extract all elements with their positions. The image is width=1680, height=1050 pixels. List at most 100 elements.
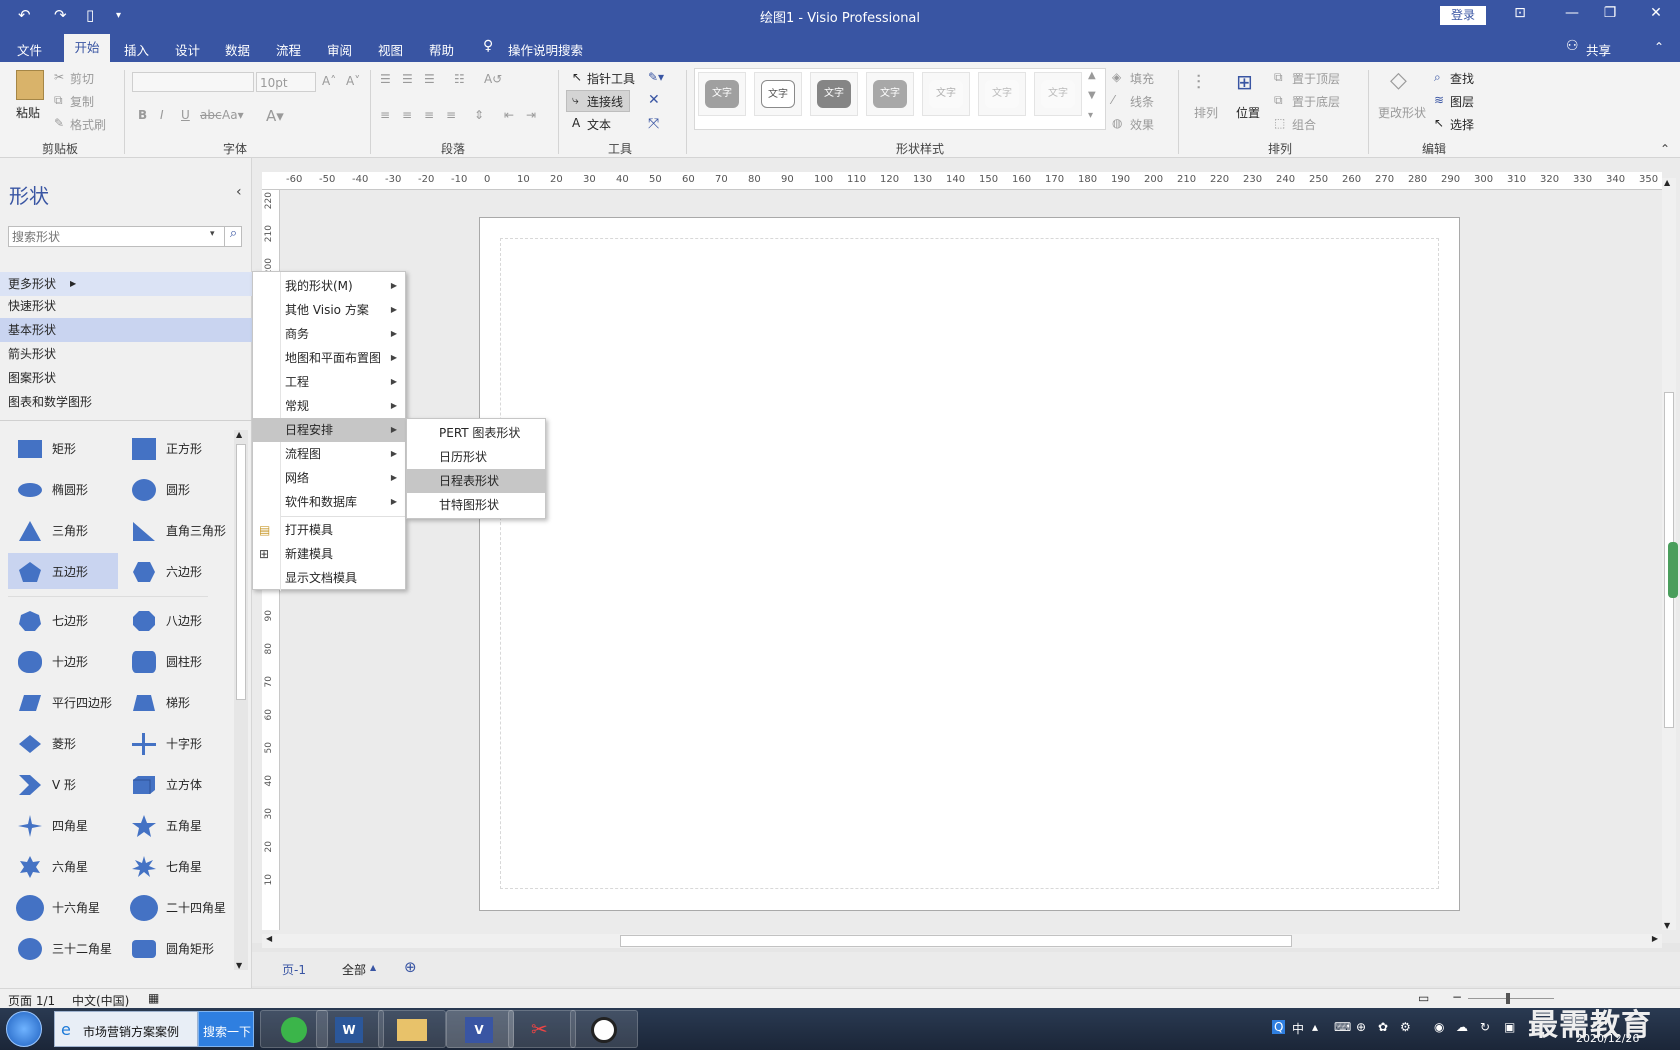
menu-item-general[interactable]: 常规 ▶: [253, 394, 405, 418]
tray-tool-icon[interactable]: ⚙: [1400, 1020, 1411, 1034]
tab-help[interactable]: 帮助: [429, 40, 454, 59]
bullets-icon[interactable]: ☷: [454, 72, 465, 86]
task-app-explorer[interactable]: [378, 1010, 446, 1048]
shape-octagon[interactable]: 八边形: [122, 602, 232, 638]
menu-item-maps[interactable]: 地图和平面布置图 ▶: [253, 346, 405, 370]
start-button[interactable]: [6, 1011, 42, 1047]
scroll-left-icon[interactable]: ◀: [266, 934, 272, 943]
paste-button[interactable]: 粘贴: [16, 104, 40, 121]
shape-24-point-star[interactable]: 二十四角星: [122, 889, 232, 925]
tray-keyboard-icon[interactable]: ⌨: [1334, 1020, 1351, 1034]
ime-indicator[interactable]: 中: [1292, 1020, 1304, 1037]
shrink-font-icon[interactable]: A˅: [346, 74, 360, 88]
align-left-icon[interactable]: ≡: [380, 108, 390, 122]
scroll-up-icon[interactable]: ▲: [1664, 178, 1670, 187]
scroll-up-icon[interactable]: ▲: [236, 430, 242, 439]
font-size-select[interactable]: 10pt: [256, 72, 316, 92]
login-button[interactable]: 登录: [1440, 6, 1486, 25]
presentation-icon[interactable]: ▭: [1418, 991, 1429, 1005]
tab-insert[interactable]: 插入: [124, 40, 149, 59]
tray-green-icon[interactable]: ◉: [1434, 1020, 1444, 1034]
page-tab-1[interactable]: 页-1: [282, 961, 306, 978]
collapse-ribbon-icon[interactable]: ⌃: [1660, 142, 1670, 156]
language-indicator[interactable]: 中文(中国): [72, 992, 129, 1009]
style-tile[interactable]: 文字: [1034, 72, 1082, 116]
rotate-text-icon[interactable]: A↺: [484, 72, 502, 86]
tray-arrow-icon[interactable]: ▴: [1312, 1020, 1318, 1034]
shape-cube[interactable]: 立方体: [122, 766, 232, 802]
wechat-icon[interactable]: ☁: [1456, 1020, 1468, 1034]
shape-ellipse[interactable]: 椭圆形: [8, 471, 118, 507]
shape-rounded-rectangle[interactable]: 圆角矩形: [122, 930, 232, 966]
align-bottom-icon[interactable]: ☰: [424, 72, 435, 86]
stencil-basic-shapes[interactable]: 基本形状: [0, 318, 252, 342]
position-button[interactable]: 位置: [1236, 104, 1260, 121]
stencil-arrow-shapes[interactable]: 箭头形状: [0, 342, 252, 366]
shape-7-point-star[interactable]: 七角星: [122, 848, 232, 884]
shape-circle[interactable]: 圆形: [122, 471, 232, 507]
submenu-item-calendar[interactable]: 日历形状: [407, 445, 545, 469]
menu-item-software-db[interactable]: 软件和数据库 ▶: [253, 490, 405, 514]
stencil-quick-shapes[interactable]: 快速形状: [0, 294, 252, 318]
stencil-more-shapes[interactable]: 更多形状 ▶: [0, 272, 252, 296]
text-tool-button[interactable]: 文本: [587, 116, 611, 133]
menu-item-engineering[interactable]: 工程 ▶: [253, 370, 405, 394]
shape-hexagon[interactable]: 六边形: [122, 553, 232, 589]
network-icon[interactable]: ▣: [1504, 1020, 1515, 1034]
align-right-icon[interactable]: ≡: [424, 108, 434, 122]
effect-button[interactable]: 效果: [1130, 116, 1154, 133]
line-button[interactable]: 线条: [1130, 93, 1154, 110]
connector-tool-button[interactable]: 连接线: [587, 93, 623, 110]
grow-font-icon[interactable]: A˄: [322, 74, 336, 88]
minimize-icon[interactable]: —: [1560, 5, 1584, 21]
menu-item-business[interactable]: 商务 ▶: [253, 322, 405, 346]
tray-qq-icon[interactable]: Q: [1272, 1020, 1286, 1034]
tab-view[interactable]: 视图: [378, 40, 403, 59]
align-center-icon[interactable]: ≡: [402, 108, 412, 122]
scroll-down-icon[interactable]: ▼: [236, 961, 242, 970]
menu-item-open-stencil[interactable]: ▤ 打开模具: [253, 518, 405, 542]
style-tile[interactable]: 文字: [922, 72, 970, 116]
cut-button[interactable]: 剪切: [70, 70, 94, 87]
pointer-tool-button[interactable]: 指针工具: [587, 70, 635, 87]
menu-item-flowchart[interactable]: 流程图 ▶: [253, 442, 405, 466]
ribbon-display-icon[interactable]: ⊡: [1508, 5, 1532, 21]
shapes-scrollbar[interactable]: ▲ ▼: [234, 430, 248, 970]
align-middle-icon[interactable]: ☰: [402, 72, 413, 86]
search-dropdown-icon[interactable]: ▾: [210, 229, 215, 239]
tab-file[interactable]: 文件: [17, 40, 42, 59]
menu-item-network[interactable]: 网络 ▶: [253, 466, 405, 490]
submenu-item-pert[interactable]: PERT 图表形状: [407, 421, 545, 445]
stencil-chart-math[interactable]: 图表和数学图形: [0, 390, 252, 414]
menu-item-new-stencil[interactable]: ⊞ 新建模具: [253, 542, 405, 566]
italic-icon[interactable]: I: [160, 108, 164, 122]
shape-decagon[interactable]: 十边形: [8, 643, 118, 679]
menu-item-other-visio[interactable]: 其他 Visio 方案 ▶: [253, 298, 405, 322]
tray-sync-icon[interactable]: ↻: [1480, 1020, 1490, 1034]
menu-item-my-shapes[interactable]: 我的形状(M) ▶: [253, 274, 405, 298]
style-tile[interactable]: 文字: [866, 72, 914, 116]
task-app-screenshot[interactable]: ✂: [508, 1010, 576, 1048]
browser-task[interactable]: e 市场营销方案案例: [54, 1011, 198, 1047]
share-button[interactable]: 共享: [1586, 40, 1611, 59]
gallery-more-icon[interactable]: ▾: [1088, 110, 1093, 121]
shape-diamond[interactable]: 菱形: [8, 725, 118, 761]
all-pages-button[interactable]: 全部: [342, 961, 366, 978]
shape-triangle[interactable]: 三角形: [8, 512, 118, 548]
search-icon[interactable]: ⌕: [224, 226, 242, 247]
style-tile[interactable]: 文字: [754, 72, 802, 116]
select-button[interactable]: 选择: [1450, 116, 1474, 133]
copy-button[interactable]: 复制: [70, 93, 94, 110]
restore-icon[interactable]: ❐: [1598, 5, 1622, 21]
shape-16-point-star[interactable]: 十六角星: [8, 889, 118, 925]
shape-5-point-star[interactable]: 五角星: [122, 807, 232, 843]
scroll-down-icon[interactable]: ▼: [1664, 921, 1670, 930]
style-tile[interactable]: 文字: [978, 72, 1026, 116]
gallery-down-icon[interactable]: ▼: [1088, 90, 1096, 101]
find-button[interactable]: 查找: [1450, 70, 1474, 87]
pencil-icon[interactable]: ✎▾: [648, 70, 664, 84]
shape-right-triangle[interactable]: 直角三角形: [122, 512, 232, 548]
shape-32-point-star[interactable]: 三十二角星: [8, 930, 118, 966]
shape-rectangle[interactable]: 矩形: [8, 430, 118, 466]
connection-point-icon[interactable]: ⤧: [648, 116, 659, 132]
